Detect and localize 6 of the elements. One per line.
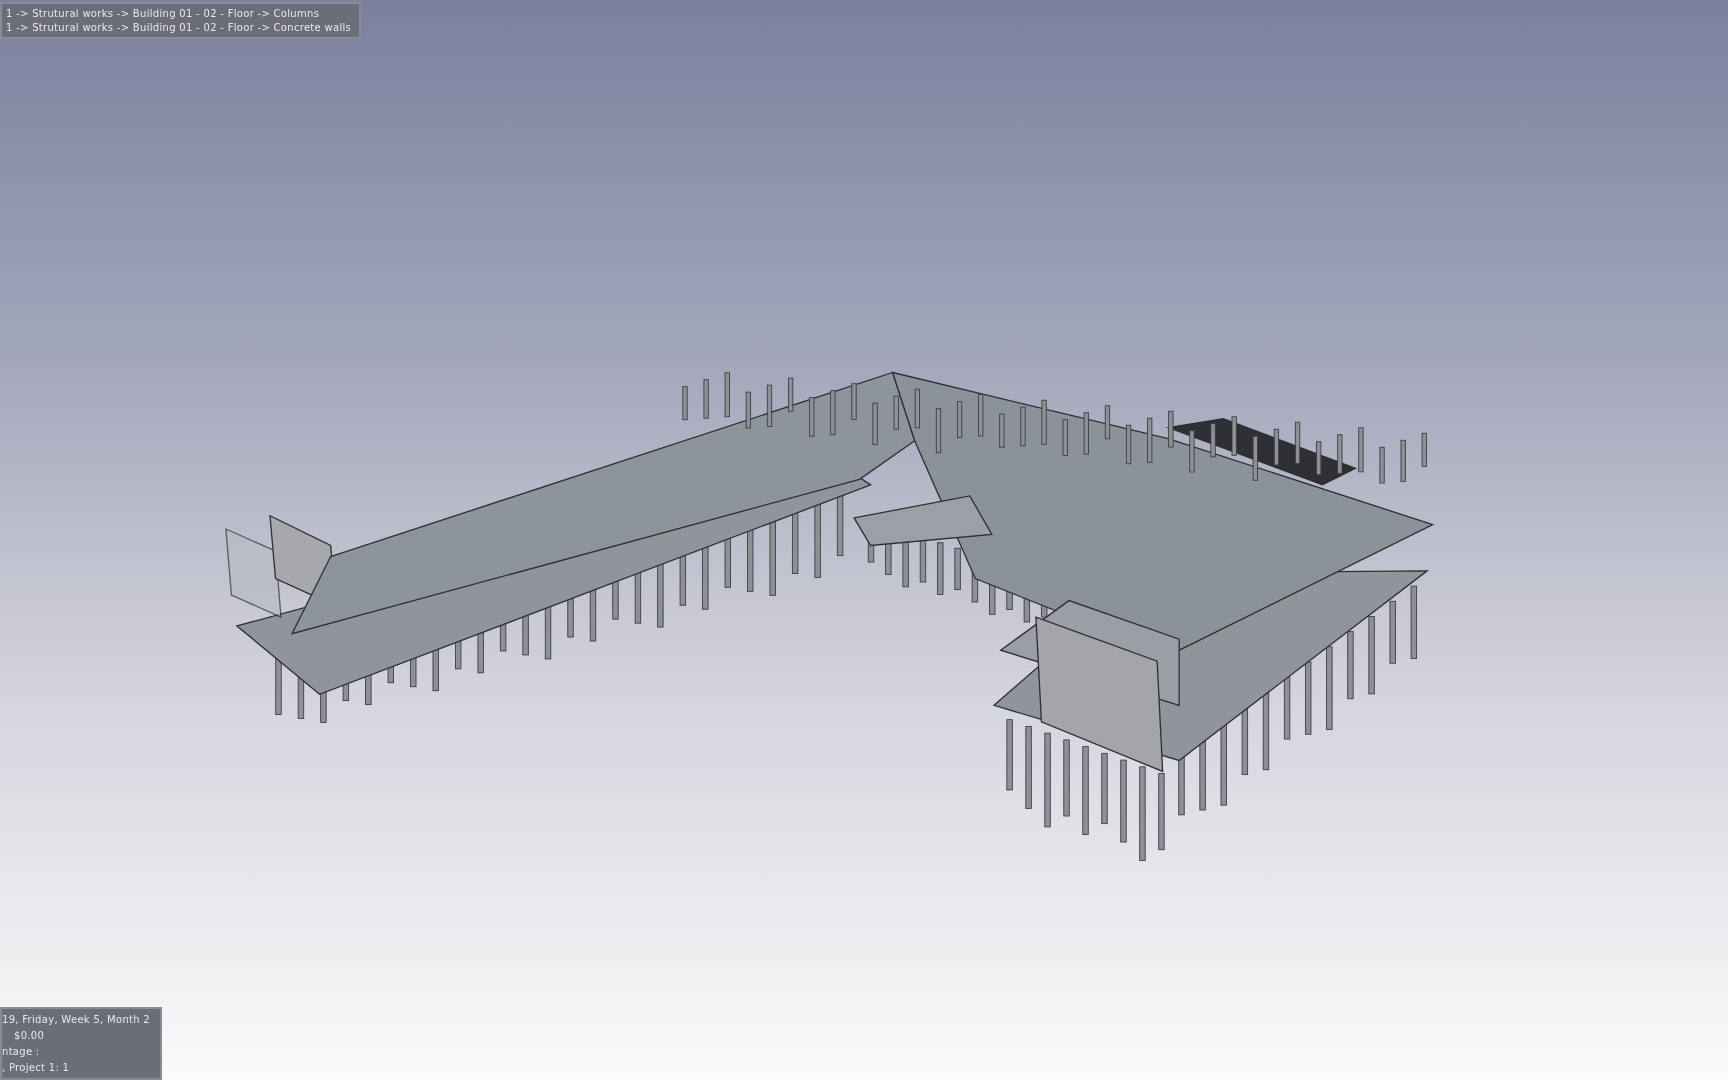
breadcrumb-line: 1 -> Strutural works -> Building 01 - 02 - Floor -> Concrete walls bbox=[6, 21, 352, 34]
status-line: 19, Friday, Week 5, Month 2 bbox=[2, 1013, 152, 1026]
status-line: ntage : bbox=[2, 1045, 41, 1058]
status-line: $0.00 bbox=[13, 1029, 46, 1042]
breadcrumb-line: 1 -> Strutural works -> Building 01 - 02 - Floor -> Columns bbox=[6, 7, 321, 20]
status-line: , Project 1: 1 bbox=[2, 1061, 71, 1074]
